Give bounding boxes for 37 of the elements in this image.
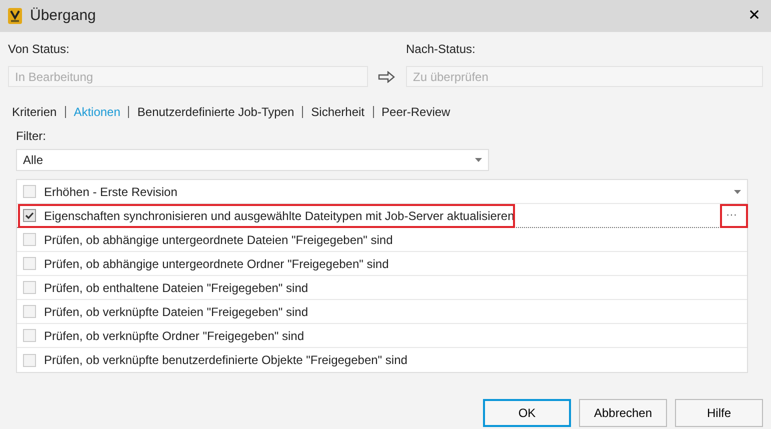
check-icon bbox=[24, 210, 35, 221]
app-logo-icon bbox=[8, 8, 22, 24]
checkbox[interactable] bbox=[23, 354, 36, 366]
action-label: Erhöhen - Erste Revision bbox=[44, 184, 178, 200]
checkbox[interactable] bbox=[23, 185, 36, 198]
caret-icon bbox=[475, 158, 482, 162]
dialog-button[interactable]: Abbrechen bbox=[579, 399, 667, 427]
dialog-button[interactable]: Hilfe bbox=[675, 399, 763, 427]
action-label: Prüfen, ob abhängige untergeordnete Dateien "Freigegeben" sind bbox=[44, 232, 394, 248]
dialog-button[interactable]: OK bbox=[483, 399, 571, 427]
more-button[interactable]: ··· bbox=[722, 207, 741, 224]
tab[interactable]: Peer-Review bbox=[382, 103, 450, 121]
action-label: Eigenschaften synchronisieren und ausgewählte Dateitypen mit Job-Server aktualisieren bbox=[44, 208, 516, 224]
checkbox[interactable] bbox=[23, 305, 36, 318]
checkbox[interactable] bbox=[23, 233, 36, 246]
action-label: Prüfen, ob enthaltene Dateien "Freigegeben" sind bbox=[44, 280, 310, 296]
tab[interactable]: Benutzerdefinierte Job-Typen bbox=[137, 103, 294, 121]
filter-label: Filter: bbox=[16, 128, 47, 145]
checkbox[interactable] bbox=[23, 209, 36, 222]
highlight-frame bbox=[720, 204, 748, 228]
action-label: Prüfen, ob verknüpfte Ordner "Freigegeben" sind bbox=[44, 328, 306, 344]
arrow-icon bbox=[378, 71, 396, 83]
window-title: Übergang bbox=[30, 6, 96, 26]
filter-value: Alle bbox=[23, 152, 44, 169]
caret-icon[interactable] bbox=[734, 190, 741, 194]
field-label: Nach-Status: bbox=[406, 41, 476, 58]
checkbox[interactable] bbox=[23, 329, 36, 342]
checkbox[interactable] bbox=[23, 257, 36, 270]
field-label: Von Status: bbox=[8, 41, 70, 58]
tab[interactable]: Kriterien bbox=[12, 103, 57, 121]
action-label: Prüfen, ob abhängige untergeordnete Ordner "Freigegeben" sind bbox=[44, 256, 390, 272]
filter-dropdown[interactable]: Alle bbox=[16, 149, 489, 171]
checkbox[interactable] bbox=[23, 281, 36, 294]
close-button[interactable]: ✕ bbox=[738, 4, 771, 28]
tab[interactable]: Sicherheit bbox=[311, 103, 365, 121]
action-label: Prüfen, ob verknüpfte benutzerdefinierte Objekte "Freigegeben" sind bbox=[44, 352, 408, 369]
action-label: Prüfen, ob verknüpfte Dateien "Freigegeben" sind bbox=[44, 304, 310, 320]
